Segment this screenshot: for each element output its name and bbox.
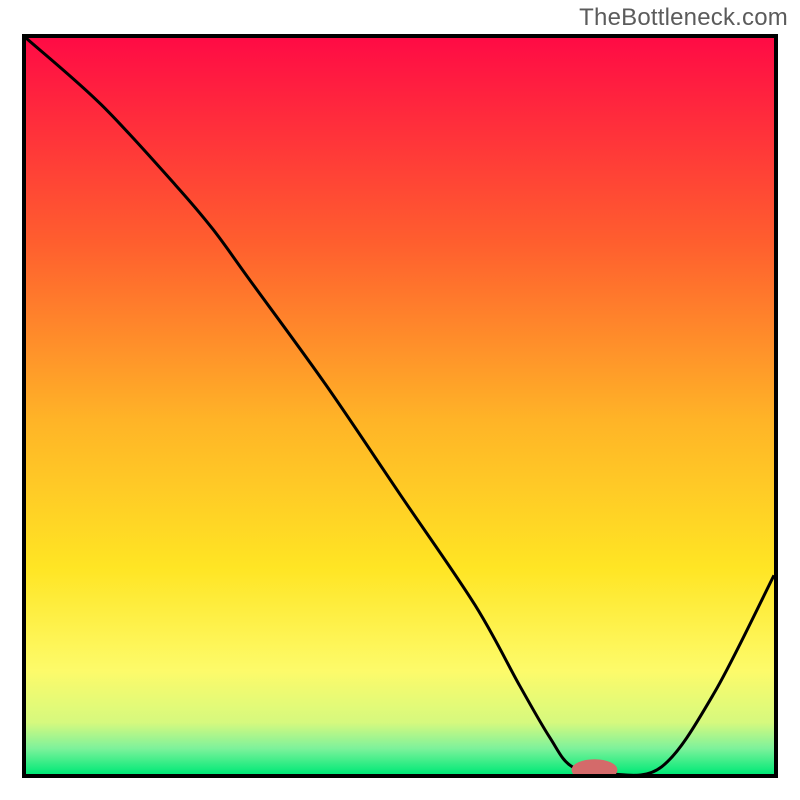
optimal-marker bbox=[572, 760, 617, 774]
watermark-label: TheBottleneck.com bbox=[579, 4, 788, 32]
bottleneck-curve bbox=[26, 38, 774, 774]
curve-layer bbox=[26, 38, 774, 774]
plot-area bbox=[22, 34, 778, 778]
chart-frame: TheBottleneck.com bbox=[0, 0, 800, 800]
